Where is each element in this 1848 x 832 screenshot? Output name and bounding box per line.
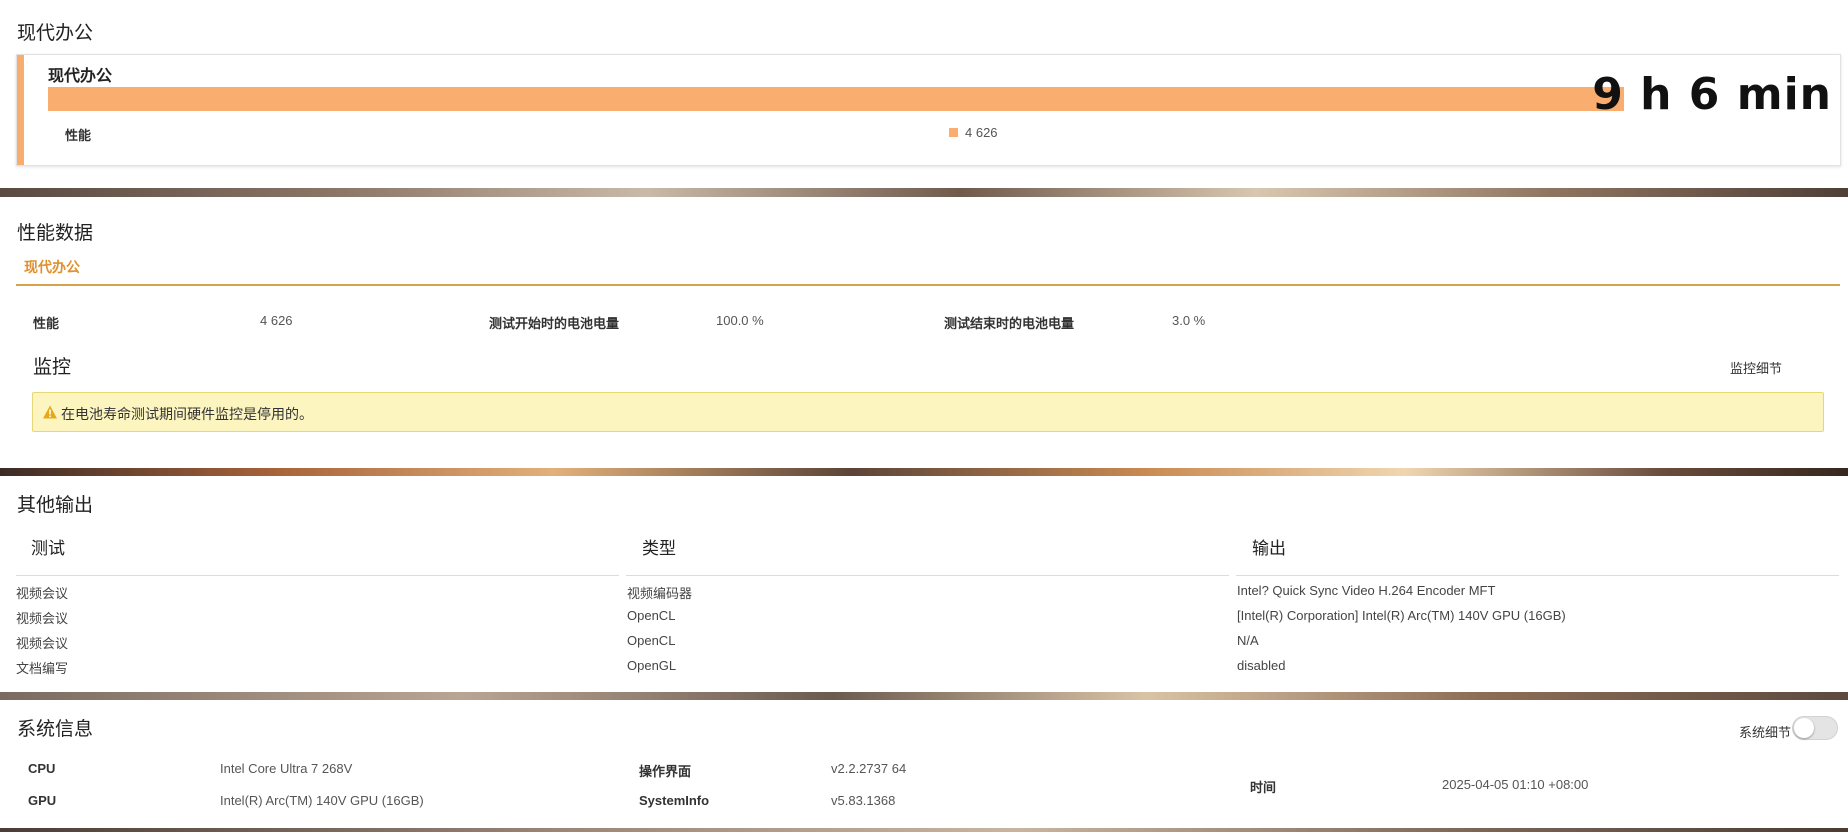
sysinfo-label-time: 时间	[1250, 780, 1277, 795]
monitor-details-link[interactable]: 监控细节	[1730, 358, 1782, 377]
field-value-battery-start: 100.0 %	[716, 313, 764, 328]
score-bar-track	[48, 87, 1624, 111]
field-label-performance: 性能	[33, 316, 60, 331]
sysinfo-label-cpu: CPU	[28, 761, 56, 776]
field-label-battery-start: 测试开始时的电池电量	[489, 316, 620, 331]
cell-type: OpenCL	[627, 633, 676, 648]
toggle-knob	[1794, 718, 1814, 738]
sysinfo-label-systeminfo: SystemInfo	[639, 793, 710, 808]
summary-section-title: 现代办公	[17, 22, 94, 44]
background-image-strip	[0, 188, 1848, 197]
card-title: 现代办公	[48, 68, 113, 85]
monitoring-disabled-warning: 在电池寿命测试期间硬件监控是停用的。	[32, 392, 1824, 432]
performance-section-title: 性能数据	[17, 222, 94, 244]
background-image-strip	[0, 828, 1848, 832]
background-image-strip	[0, 468, 1848, 476]
tab-underline	[16, 284, 1840, 286]
legend-value: 4 626	[965, 125, 998, 140]
tab-modern-office[interactable]: 现代办公	[24, 257, 80, 277]
warning-triangle-icon	[43, 405, 57, 419]
cell-test: 视频会议	[16, 586, 69, 601]
cell-output: Intel? Quick Sync Video H.264 Encoder MF…	[1237, 583, 1496, 598]
sysinfo-value-systeminfo: v5.83.1368	[831, 793, 896, 808]
sysinfo-value-ui-version: v2.2.2737 64	[831, 761, 907, 776]
header-divider	[16, 575, 619, 576]
sysinfo-label-gpu: GPU	[28, 793, 57, 808]
other-output-section-title: 其他输出	[17, 494, 94, 516]
background-image-strip	[0, 692, 1848, 700]
legend-label: 性能	[65, 128, 92, 143]
field-value-battery-end: 3.0 %	[1172, 313, 1206, 328]
header-divider	[626, 575, 1229, 576]
sysinfo-label-ui-version: 操作界面	[639, 764, 692, 779]
cell-type: OpenCL	[627, 608, 676, 623]
header-divider	[1236, 575, 1839, 576]
field-value-performance: 4 626	[260, 313, 293, 328]
score-bar-fill	[48, 87, 1624, 111]
summary-card: 现代办公 9 h 6 min 性能 4 626	[16, 54, 1841, 166]
column-header-test: 测试	[31, 539, 65, 559]
sysinfo-value-time: 2025-04-05 01:10 +08:00	[1442, 777, 1589, 792]
warning-text: 在电池寿命测试期间硬件监控是停用的。	[61, 406, 313, 422]
cell-output: [Intel(R) Corporation] Intel(R) Arc(TM) …	[1237, 608, 1566, 623]
system-details-toggle[interactable]	[1792, 716, 1838, 740]
battery-life-result: 9 h 6 min	[1592, 69, 1832, 120]
cell-output: disabled	[1237, 658, 1286, 673]
system-details-toggle-label: 系统细节	[1738, 725, 1791, 740]
monitor-title: 监控	[33, 356, 72, 378]
cell-output: N/A	[1237, 633, 1259, 648]
cell-type: OpenGL	[627, 658, 677, 673]
cell-test: 视频会议	[16, 636, 69, 651]
cell-test: 文档编写	[16, 661, 69, 676]
cell-type: 视频编码器	[627, 586, 693, 601]
system-info-section-title: 系统信息	[17, 718, 94, 740]
column-header-output: 输出	[1252, 539, 1286, 559]
column-header-type: 类型	[642, 539, 676, 559]
sysinfo-value-gpu: Intel(R) Arc(TM) 140V GPU (16GB)	[220, 793, 424, 808]
sysinfo-value-cpu: Intel Core Ultra 7 268V	[220, 761, 353, 776]
legend-swatch	[949, 128, 958, 137]
field-label-battery-end: 测试结束时的电池电量	[944, 316, 1075, 331]
cell-test: 视频会议	[16, 611, 69, 626]
card-accent-bar	[17, 55, 24, 165]
